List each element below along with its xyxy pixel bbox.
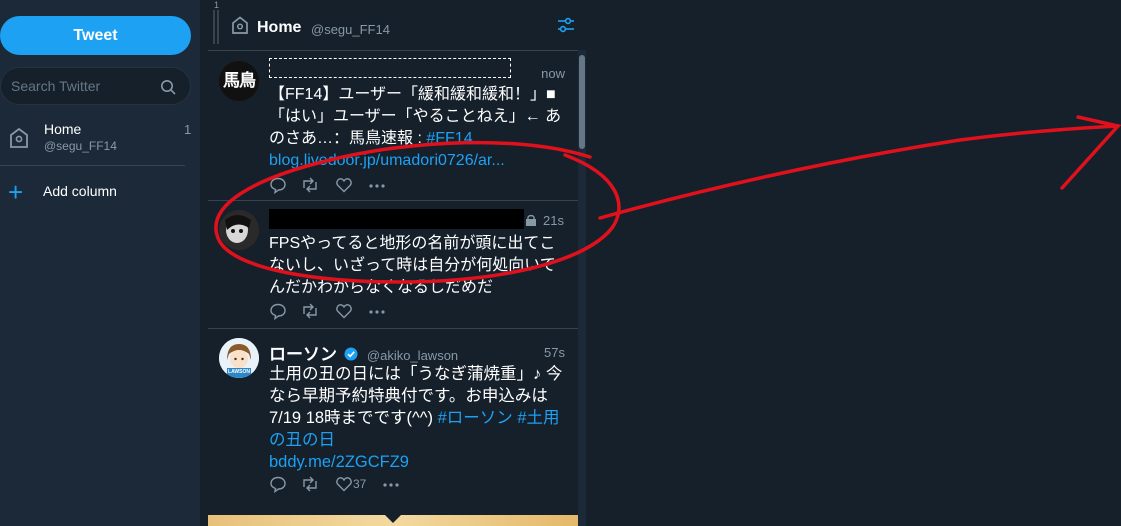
avatar[interactable]: 馬鳥 <box>219 61 259 101</box>
avatar[interactable]: LAWSON <box>219 338 259 378</box>
search-icon[interactable] <box>160 79 176 95</box>
home-column: 1 Home @segu_FF14 馬鳥 now 【FF14】ユーザー「緩和緩和… <box>208 0 586 526</box>
column-settings-icon[interactable] <box>556 15 576 35</box>
like-icon[interactable] <box>335 302 353 320</box>
redacted-name-box <box>269 209 524 229</box>
tweet-time[interactable]: 21s <box>543 213 576 228</box>
tweet-actions: 37 <box>269 475 469 493</box>
lock-icon <box>526 214 536 226</box>
avatar[interactable] <box>219 210 259 250</box>
reply-icon[interactable] <box>269 176 287 194</box>
add-column-label: Add column <box>43 183 117 199</box>
column-drag-handle[interactable] <box>213 10 219 44</box>
tweet-link[interactable]: bddy.me/2ZGCFZ9 <box>269 453 409 471</box>
avatar-label: LAWSON <box>228 369 250 375</box>
verified-badge-icon <box>344 347 358 361</box>
more-icon[interactable] <box>367 302 387 320</box>
like-icon[interactable] <box>335 475 353 493</box>
column-scrollbar[interactable] <box>578 50 586 526</box>
tweet-actions <box>269 302 469 320</box>
avatar-image <box>219 210 259 250</box>
tweet-item[interactable]: 馬鳥 now 【FF14】ユーザー「緩和緩和緩和！」■「はい」ユーザー「やること… <box>208 50 578 200</box>
tweet-text: FPSやってると地形の名前が頭に出てこないし、いざって時は自分が何処向いてんだか… <box>269 235 556 296</box>
sidebar-item-home[interactable]: Home @segu_FF14 1 <box>0 118 200 162</box>
tweet-link[interactable]: blog.livedoor.jp/umadori0726/ar... <box>269 152 505 169</box>
tweet-item[interactable]: 21s FPSやってると地形の名前が頭に出てこないし、いざって時は自分が何処向い… <box>208 200 578 328</box>
home-column-icon <box>232 16 248 34</box>
sidebar-item-handle: @segu_FF14 <box>44 139 117 153</box>
add-column-button[interactable]: + Add column <box>0 177 200 207</box>
tweet-header: ローソン @akiko_lawson 57s <box>269 340 567 364</box>
sidebar-item-label: Home <box>44 121 82 137</box>
retweet-icon[interactable] <box>301 176 319 194</box>
tweet-time[interactable]: now <box>541 66 565 81</box>
column-index: 1 <box>214 0 220 10</box>
author-handle[interactable]: @akiko_lawson <box>367 348 458 363</box>
home-column-icon <box>10 127 28 148</box>
sidebar-divider <box>0 165 185 166</box>
tweet-item[interactable]: LAWSON ローソン @akiko_lawson 57s 土用の丑の日には「う… <box>208 328 578 515</box>
tweet-body: 土用の丑の日には「うなぎ蒲焼重」♪ 今なら早期予約特典付です。お申込みは7/19… <box>269 363 569 473</box>
author-name[interactable]: ローソン <box>269 345 337 364</box>
tweet-header: now <box>269 58 567 81</box>
reply-icon[interactable] <box>269 475 287 493</box>
retweet-icon[interactable] <box>301 302 319 320</box>
tweet-text: 【FF14】ユーザー「緩和緩和緩和！」■「はい」ユーザー「やることねえ」← あの… <box>269 86 562 147</box>
plus-icon: + <box>8 177 24 207</box>
column-handle: @segu_FF14 <box>311 22 390 37</box>
search-box[interactable] <box>0 67 191 105</box>
tweet-body: 【FF14】ユーザー「緩和緩和緩和！」■「はい」ユーザー「やることねえ」← あの… <box>269 84 569 172</box>
tweet-button[interactable]: Tweet <box>0 16 191 55</box>
column-header: 1 Home @segu_FF14 <box>208 0 578 50</box>
retweet-icon[interactable] <box>301 475 319 493</box>
more-icon[interactable] <box>367 176 387 194</box>
reply-icon[interactable] <box>269 302 287 320</box>
tweetdeck-app: Tweet Home @segu_FF14 1 + Add column 1 <box>0 0 1121 526</box>
search-input[interactable] <box>11 78 151 94</box>
like-icon[interactable] <box>335 176 353 194</box>
redacted-name-box <box>269 58 511 78</box>
sidebar: Tweet Home @segu_FF14 1 + Add column <box>0 0 200 526</box>
tweet-time[interactable]: 57s <box>544 345 565 360</box>
more-icon[interactable] <box>381 475 401 493</box>
tweet-body: FPSやってると地形の名前が頭に出てこないし、いざって時は自分が何処向いてんだか… <box>269 233 569 299</box>
like-count: 37 <box>353 477 367 491</box>
tweet-actions <box>269 176 469 194</box>
media-notch <box>385 515 401 523</box>
avatar-text: 馬鳥 <box>223 71 256 90</box>
hashtag-link[interactable]: #FF14 <box>426 130 472 147</box>
column-title: Home <box>257 19 302 36</box>
scrollbar-thumb[interactable] <box>579 55 585 149</box>
sidebar-item-count: 1 <box>184 122 192 137</box>
